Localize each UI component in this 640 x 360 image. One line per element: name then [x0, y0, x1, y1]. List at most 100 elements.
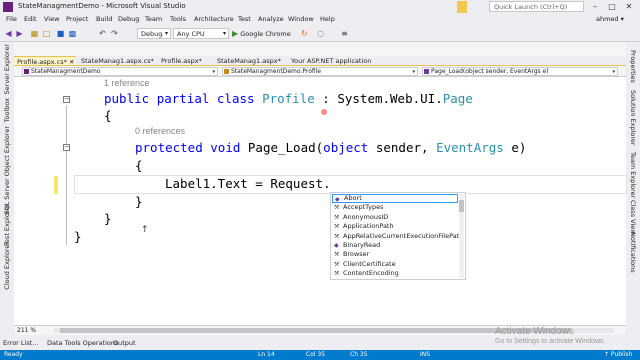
- chevron-down-icon: ▾: [212, 69, 215, 75]
- maximize-button[interactable]: □: [605, 1, 619, 13]
- user-account[interactable]: ahmed ▾: [596, 15, 624, 23]
- tab-properties[interactable]: Properties: [629, 50, 637, 83]
- status-bar: Ready Ln 14 Col 35 Ch 35 INS ↑ Publish: [0, 350, 640, 360]
- tab-sql-server-object-explorer[interactable]: SQL Server Object Explorer: [3, 126, 11, 215]
- redo-icon[interactable]: ↷: [110, 29, 119, 38]
- codelens-references[interactable]: 0 references: [135, 126, 185, 136]
- completion-item[interactable]: ◆ Abort: [332, 194, 458, 204]
- tab-server-explorer[interactable]: Server Explorer: [3, 44, 11, 94]
- menu-view[interactable]: View: [44, 15, 59, 23]
- completion-item[interactable]: ⚒ ApplicationPath: [332, 222, 458, 231]
- completion-item[interactable]: ◆ BinaryRead: [332, 241, 458, 250]
- status-state: Ready: [4, 351, 23, 358]
- chevron-down-icon: ▾: [412, 69, 415, 75]
- property-wrench-icon: ⚒: [334, 232, 340, 240]
- save-icon[interactable]: ■: [56, 29, 65, 38]
- scrollbar-thumb[interactable]: [60, 328, 570, 333]
- chevron-down-icon: ▾: [222, 30, 226, 37]
- save-all-icon[interactable]: ▩: [68, 29, 77, 38]
- watermark-title: Activate Windows: [495, 326, 574, 337]
- tab-team-explorer[interactable]: Team Explorer: [629, 152, 637, 198]
- solution-config-select[interactable]: Debug ▾: [137, 28, 171, 39]
- outline-guide: [66, 105, 67, 245]
- comment-icon[interactable]: ≡: [340, 29, 349, 38]
- play-icon: ▶: [232, 29, 239, 38]
- completion-item[interactable]: ⚒ Browser: [332, 250, 458, 259]
- back-icon[interactable]: ◀: [4, 29, 13, 38]
- member-dropdown[interactable]: Page_Load(object sender, EventArgs e) ▾: [422, 67, 618, 76]
- method-icon: [424, 69, 429, 74]
- intellisense-popup[interactable]: ◆ Abort ⚒ AcceptTypes ⚒ AnonymousID ⚒ Applic…: [330, 192, 466, 280]
- class-dropdown[interactable]: StateManagmentDemo.Profile ▾: [222, 67, 418, 76]
- property-wrench-icon: ⚒: [334, 213, 340, 221]
- project-dropdown[interactable]: StateManagmentDemo ▾: [22, 67, 218, 76]
- menu-help[interactable]: Help: [320, 15, 335, 23]
- completion-item[interactable]: ⚒ AppRelativeCurrentExecutionFilePath: [332, 232, 463, 241]
- menu-bar: File Edit View Project Build Debug Team …: [0, 14, 640, 26]
- scrollbar-thumb[interactable]: [459, 200, 464, 212]
- menu-window[interactable]: Window: [288, 15, 314, 23]
- menu-edit[interactable]: Edit: [24, 15, 37, 23]
- close-button[interactable]: ✕: [622, 1, 636, 13]
- refresh-icon[interactable]: ↻: [300, 29, 309, 38]
- title-bar: StateManagmentDemo - Microsoft Visual St…: [0, 0, 640, 14]
- menu-project[interactable]: Project: [66, 15, 88, 23]
- brace-open: {: [135, 158, 143, 173]
- zoom-level-select[interactable]: 211 %: [17, 326, 36, 335]
- quick-actions-icon[interactable]: [321, 109, 327, 115]
- menu-file[interactable]: File: [6, 15, 17, 23]
- property-wrench-icon: ⚒: [334, 251, 340, 259]
- brace-close: }: [74, 229, 82, 244]
- menu-architecture[interactable]: Architecture: [194, 15, 234, 23]
- status-column: Col 35: [306, 351, 326, 358]
- menu-build[interactable]: Build: [96, 15, 112, 23]
- menu-team[interactable]: Team: [145, 15, 162, 23]
- code-editor[interactable]: − − 1 reference public partial class Pro…: [14, 77, 627, 325]
- tab-notifications[interactable]: Notifications: [629, 232, 637, 273]
- codelens-references[interactable]: 1 reference: [104, 78, 150, 88]
- tab-test-explorer[interactable]: Test Explorer: [3, 204, 11, 246]
- method-declaration: protected void Page_Load(object sender, …: [135, 140, 527, 155]
- brace-open: {: [104, 108, 112, 123]
- class-declaration: public partial class Profile : System.We…: [104, 91, 473, 106]
- undo-icon[interactable]: ↶: [98, 29, 107, 38]
- completion-item[interactable]: ⚒ ClientCertificate: [332, 260, 458, 269]
- property-wrench-icon: ⚒: [334, 260, 340, 268]
- tab-output[interactable]: Output: [113, 339, 136, 347]
- solution-platform-select[interactable]: Any CPU ▾: [173, 28, 229, 39]
- visual-studio-logo-icon: [3, 2, 13, 12]
- publish-button[interactable]: ↑ Publish: [604, 350, 632, 360]
- collapse-class-icon[interactable]: −: [63, 96, 70, 103]
- completion-item[interactable]: ⚒ AcceptTypes: [332, 203, 458, 212]
- code-statement: Label1.Text = Request.: [165, 176, 331, 191]
- open-file-icon[interactable]: □: [42, 29, 51, 38]
- browser-link-icon[interactable]: ◌: [316, 29, 325, 38]
- tab-class-view[interactable]: Class View: [629, 200, 637, 235]
- collapse-method-icon[interactable]: −: [63, 144, 70, 151]
- completion-item[interactable]: ⚒ AnonymousID: [332, 213, 458, 222]
- completion-item[interactable]: ⚒ ContentEncoding: [332, 269, 458, 278]
- new-project-icon[interactable]: ▦: [30, 29, 39, 38]
- tab-toolbox[interactable]: Toolbox: [3, 98, 11, 122]
- quick-launch-input[interactable]: Quick Launch (Ctrl+Q): [489, 1, 584, 12]
- forward-icon[interactable]: ▶: [15, 29, 24, 38]
- tab-data-tools-operations[interactable]: Data Tools Operations: [47, 339, 118, 347]
- document-tabs: Profile.aspx.cs* ✕ StateManag1.aspx.cs* …: [14, 56, 626, 66]
- start-debugging-button[interactable]: ▶ Google Chrome: [232, 28, 294, 39]
- tab-cloud-explorer[interactable]: Cloud Explorer: [3, 242, 11, 290]
- menu-debug[interactable]: Debug: [118, 15, 139, 23]
- watermark-subtitle: Go to Settings to activate Windows.: [495, 338, 606, 345]
- minimize-button[interactable]: –: [588, 1, 602, 13]
- menu-analyze[interactable]: Analyze: [258, 15, 284, 23]
- intellisense-scrollbar[interactable]: [459, 194, 464, 278]
- method-icon: ◆: [335, 196, 340, 203]
- csharp-project-icon: [24, 69, 29, 74]
- chevron-down-icon: ▾: [164, 30, 168, 37]
- navigation-bar: StateManagmentDemo ▾ StateManagmentDemo.…: [14, 66, 626, 77]
- property-wrench-icon: ⚒: [334, 204, 340, 212]
- tab-error-list[interactable]: Error List...: [3, 339, 38, 347]
- notification-flag-icon[interactable]: [457, 1, 467, 13]
- menu-tools[interactable]: Tools: [170, 15, 186, 23]
- menu-test[interactable]: Test: [238, 15, 251, 23]
- tab-solution-explorer[interactable]: Solution Explorer: [629, 90, 637, 146]
